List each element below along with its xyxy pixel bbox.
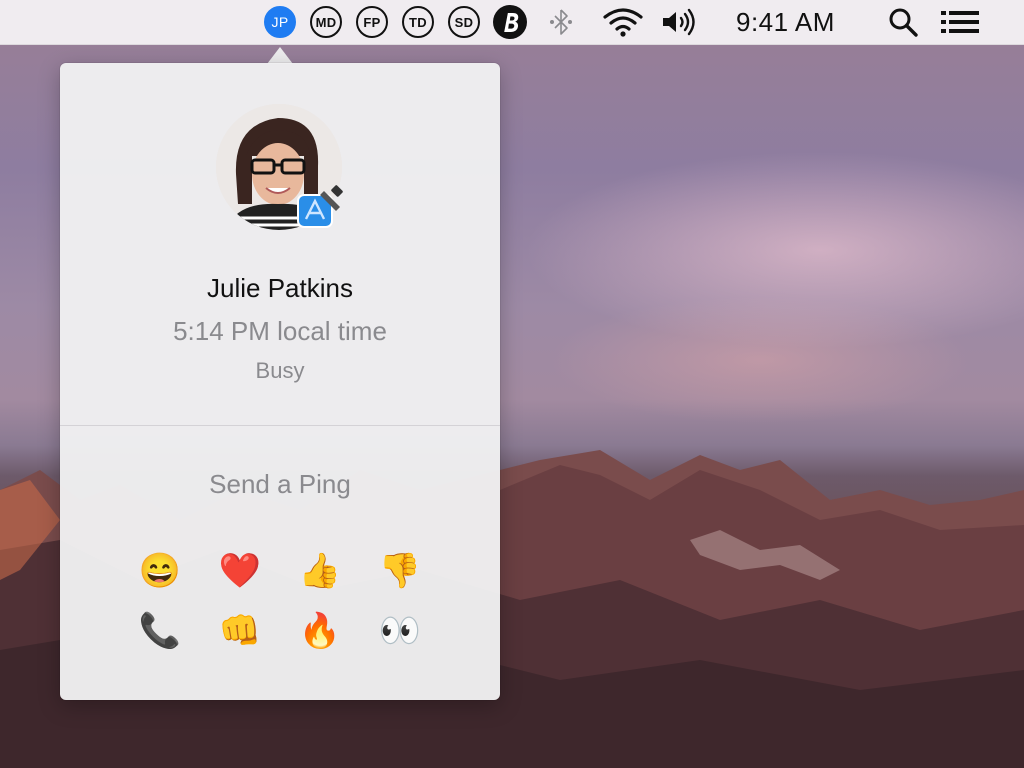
wifi-icon[interactable] <box>601 6 645 38</box>
section-divider <box>60 425 500 426</box>
ping-eyes-emoji[interactable]: 👀 <box>376 607 424 655</box>
ping-grinning-face-emoji[interactable]: 😄 <box>136 547 184 595</box>
user-badge-jp[interactable]: JP <box>263 6 297 38</box>
send-ping-title: Send a Ping <box>209 469 351 499</box>
menu-bar-clock[interactable]: 9:41 AM <box>736 7 835 38</box>
user-badge-fp[interactable]: FP <box>355 6 389 38</box>
ping-thumbs-up-emoji[interactable]: 👍 <box>296 547 344 595</box>
user-profile-popover: Julie Patkins 5:14 PM local time Busy Se… <box>60 63 500 700</box>
user-badge-jp-initials: JP <box>264 6 296 38</box>
notification-list-icon[interactable] <box>940 6 980 38</box>
user-badge-sd[interactable]: SD <box>447 6 481 38</box>
user-badge-md[interactable]: MD <box>309 6 343 38</box>
user-status: Busy <box>255 358 305 383</box>
bluetooth-icon[interactable] <box>546 6 576 38</box>
ping-fist-bump-emoji[interactable]: 👊 <box>216 607 264 655</box>
ping-thumbs-down-emoji[interactable]: 👎 <box>376 547 424 595</box>
user-badge-md-initials: MD <box>310 6 342 38</box>
xcode-app-icon <box>296 185 346 231</box>
search-icon[interactable] <box>886 6 920 38</box>
ping-heart-emoji[interactable]: ❤️ <box>216 547 264 595</box>
menu-bar: JP MD FP TD SD 9:41 AM <box>0 0 1024 45</box>
ping-fire-emoji[interactable]: 🔥 <box>296 607 344 655</box>
app-b-icon[interactable] <box>492 5 528 39</box>
ping-telephone-emoji[interactable]: 📞 <box>136 607 184 655</box>
volume-icon[interactable] <box>660 6 698 38</box>
popover-arrow <box>267 47 293 64</box>
user-name: Julie Patkins <box>207 273 353 303</box>
user-badge-sd-initials: SD <box>448 6 480 38</box>
user-badge-fp-initials: FP <box>356 6 388 38</box>
user-badge-td[interactable]: TD <box>401 6 435 38</box>
user-local-time: 5:14 PM local time <box>173 316 387 346</box>
user-badge-td-initials: TD <box>402 6 434 38</box>
